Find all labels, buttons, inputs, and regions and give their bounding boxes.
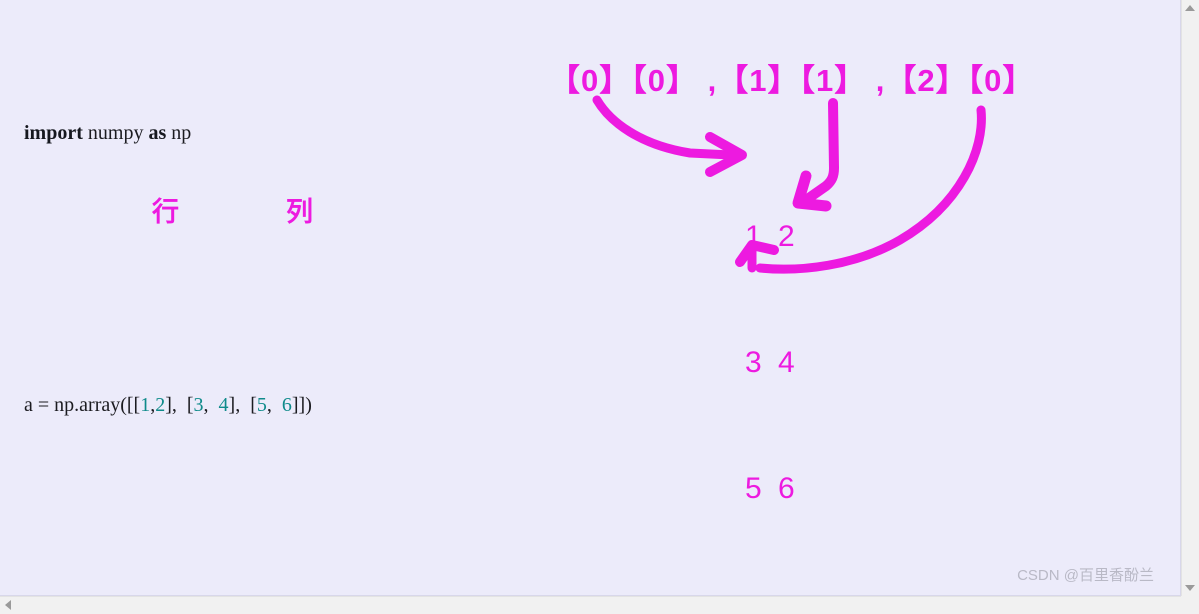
array-value-6: 6 — [281, 394, 292, 416]
module-numpy: numpy — [82, 122, 149, 144]
scroll-down-arrow-icon[interactable] — [1185, 585, 1195, 591]
array-value-5: 5 — [256, 394, 267, 416]
code-text-block: import numpy as np a = np.array([[1,2], … — [24, 14, 567, 595]
keyword-import: import — [24, 122, 83, 144]
code-line-1: import numpy as np — [24, 116, 567, 150]
array-value-4: 4 — [218, 394, 229, 416]
array-value-1: 1 — [140, 394, 151, 416]
annotation-index-pairs: 【0】【0】 ,【1】【1】 ,【2】【0】 — [549, 63, 1035, 98]
array-value-3: 3 — [193, 394, 204, 416]
annotation-matrix-row-2: 5 6 — [745, 472, 799, 505]
vertical-scrollbar[interactable] — [1181, 0, 1199, 596]
code-editor-pane[interactable]: import numpy as np a = np.array([[1,2], … — [0, 0, 1181, 596]
horizontal-scrollbar[interactable] — [0, 596, 1199, 614]
alias-np: np — [166, 122, 192, 144]
array-tail: ]]) — [291, 394, 312, 416]
array-sep-3: ], [ — [228, 394, 257, 416]
arrow-to-element-5 — [735, 105, 986, 274]
scroll-up-arrow-icon[interactable] — [1185, 5, 1195, 11]
code-line-3: a = np.array([[1,2], [3, 4], [5, 6]]) — [24, 388, 567, 422]
csdn-watermark: CSDN @百里香酚兰 — [1017, 567, 1154, 584]
array-sep-1: ], [ — [165, 394, 194, 416]
screenshot-root: import numpy as np a = np.array([[1,2], … — [0, 0, 1199, 614]
array-sep-4: , — [266, 394, 282, 416]
array-assign-head: a = np.array([[ — [24, 394, 141, 416]
scrollbar-corner — [1181, 596, 1199, 614]
scroll-left-arrow-icon[interactable] — [5, 600, 11, 610]
code-line-4-blank — [24, 524, 567, 558]
array-sep-2: , — [203, 394, 219, 416]
keyword-as: as — [148, 122, 167, 144]
arrow-to-element-1 — [592, 95, 747, 177]
annotation-matrix: 1 2 3 4 5 6 — [745, 132, 812, 594]
arrow-to-element-4 — [792, 98, 839, 212]
annotation-matrix-row-1: 3 4 — [745, 346, 799, 379]
code-line-2-blank — [24, 252, 567, 286]
annotation-matrix-row-0: 1 2 — [745, 220, 799, 253]
array-value-2: 2 — [155, 394, 166, 416]
